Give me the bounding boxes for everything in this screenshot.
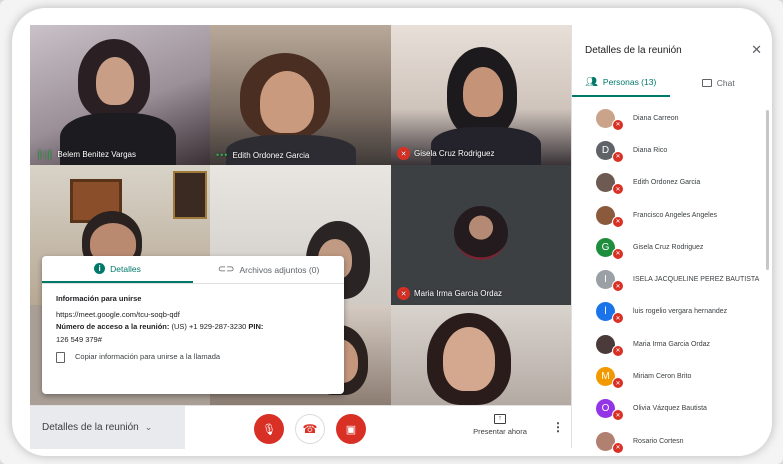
- participant-name: Miriam Ceron Brito: [633, 373, 692, 381]
- tile-name-label: ••• Edith Ordonez Garcia: [216, 150, 310, 160]
- mic-off-icon: ✕: [612, 377, 624, 390]
- participant-list-item[interactable]: ✕ Rosario Cortesn: [572, 425, 767, 456]
- participant-name: Francisco Angeles Angeles: [633, 211, 718, 219]
- tab-attachments[interactable]: ⊂⊃ Archivos adjuntos (0): [193, 256, 344, 283]
- participant-list-item[interactable]: ✕ Francisco Angeles Angeles: [572, 199, 767, 231]
- hang-up-icon: ☎: [302, 422, 318, 436]
- mic-off-icon: ✕: [612, 441, 624, 454]
- mic-off-icon: ✕: [612, 280, 624, 293]
- tile-name-label: ✕ Gisela Cruz Rodriguez: [397, 147, 494, 160]
- avatar: I ✕: [596, 270, 624, 293]
- meet-window: ❙|❙ Belem Benitez Vargas ••• Edith Ordonez…: [12, 8, 772, 456]
- avatar: ✕: [596, 334, 624, 357]
- close-icon[interactable]: ✕: [751, 42, 762, 58]
- camera-toggle-button[interactable]: ▣: [336, 414, 366, 444]
- avatar: ✕: [596, 173, 624, 196]
- avatar: ✕: [596, 205, 624, 228]
- panel-tabs: 👥︎ Personas (13) Chat: [572, 69, 767, 97]
- video-tile-6[interactable]: ✕ Maria Irma Garcia Ordaz: [391, 165, 571, 305]
- avatar: M ✕: [596, 367, 624, 390]
- meeting-details-panel: Detalles de la reunión ✕ 👥︎ Personas (13…: [571, 25, 772, 454]
- present-now-button[interactable]: ↑ Presentar ahora: [465, 414, 535, 436]
- tile-name-label: ✕ Maria Irma Garcia Ordaz: [397, 287, 502, 300]
- participant-name: Gisela Cruz Rodriguez: [633, 243, 704, 251]
- join-info-title: Información para unirse: [56, 294, 142, 303]
- participant-face: [443, 327, 495, 391]
- mic-toggle-button[interactable]: 🎙︎: [254, 414, 284, 444]
- avatar: ✕: [596, 108, 624, 131]
- mic-off-icon: ✕: [612, 150, 624, 163]
- participant-name: Edith Ordonez Garcia: [633, 179, 701, 187]
- people-list: ✕ Diana Carreon D ✕ Diana Rico ✕ Edith Ordonez…: [572, 102, 767, 456]
- participant-list-item[interactable]: D ✕ Diana Rico: [572, 134, 767, 166]
- participant-face: [260, 71, 314, 133]
- more-dots-icon: •••: [216, 150, 229, 160]
- wall-portrait: [173, 171, 207, 219]
- participant-list-item[interactable]: ✕ Maria Irma Garcia Ordaz: [572, 328, 767, 360]
- mic-off-icon: ✕: [397, 287, 410, 300]
- participant-list-item[interactable]: ✕ Edith Ordonez Garcia: [572, 167, 767, 199]
- participant-name: Diana Rico: [633, 146, 668, 154]
- camera-off-icon: ▣: [345, 423, 357, 436]
- participant-list-item[interactable]: M ✕ Miriam Ceron Brito: [572, 360, 767, 392]
- mic-off-icon: ✕: [612, 409, 624, 422]
- tab-details[interactable]: i Detalles: [42, 256, 193, 283]
- present-screen-icon: ↑: [494, 414, 506, 424]
- tile-name-label: ❙|❙ Belem Benitez Vargas: [36, 149, 136, 159]
- participant-list-item[interactable]: O ✕ Olivia Vázquez Bautista: [572, 393, 767, 425]
- avatar: ✕: [596, 431, 624, 454]
- info-icon: i: [94, 263, 106, 274]
- attachment-icon: ⊂⊃: [217, 264, 235, 275]
- mic-off-icon: ✕: [397, 147, 410, 160]
- speaking-icon: ❙|❙: [36, 149, 54, 159]
- meet-link[interactable]: https://meet.google.com/tcu-soqb-qdf: [56, 309, 330, 322]
- mic-off-icon: ✕: [612, 215, 624, 228]
- video-tile-3[interactable]: ✕ Gisela Cruz Rodriguez: [391, 25, 571, 165]
- video-tile-1[interactable]: ❙|❙ Belem Benitez Vargas: [30, 25, 210, 165]
- bottom-control-bar: Detalles de la reunión ⌄ 🎙︎ ☎ ▣ ↑ Presen…: [30, 405, 571, 449]
- more-options-icon[interactable]: ⋮: [552, 420, 564, 434]
- people-icon: 👥︎: [585, 76, 598, 88]
- tab-people[interactable]: 👥︎ Personas (13): [572, 69, 670, 97]
- mic-off-icon: ✕: [612, 312, 624, 325]
- popup-body: Información para unirse https://meet.goo…: [42, 284, 344, 373]
- meeting-details-button[interactable]: Detalles de la reunión ⌄: [30, 406, 185, 449]
- mic-off-icon: ✕: [612, 344, 624, 357]
- participant-name: luis rogelio vergara hernandez: [633, 308, 728, 316]
- avatar: G ✕: [596, 237, 624, 260]
- participant-name: Diana Carreon: [633, 114, 679, 122]
- mic-off-icon: 🎙︎: [262, 423, 276, 436]
- participant-face: [96, 57, 134, 105]
- tab-chat[interactable]: Chat: [670, 69, 768, 97]
- participant-list-item[interactable]: I ✕ ISELA JACQUELINE PEREZ BAUTISTA: [572, 263, 767, 295]
- copy-join-info-button[interactable]: Copiar información para unirse a la llam…: [56, 351, 330, 364]
- video-tile-9[interactable]: [391, 305, 571, 405]
- video-tile-2[interactable]: ••• Edith Ordonez Garcia: [210, 25, 391, 165]
- mic-off-icon: ✕: [612, 118, 624, 131]
- meeting-details-popup: i Detalles ⊂⊃ Archivos adjuntos (0) Info…: [42, 256, 344, 394]
- participant-name: ISELA JACQUELINE PEREZ BAUTISTA: [633, 276, 760, 284]
- avatar: l ✕: [596, 302, 624, 325]
- avatar: O ✕: [596, 399, 624, 422]
- leave-call-button[interactable]: ☎: [295, 414, 325, 444]
- participant-name: Maria Irma Garcia Ordaz: [633, 340, 711, 348]
- participant-name: Olivia Vázquez Bautista: [633, 405, 707, 413]
- pin-value: 126 549 379#: [56, 334, 102, 344]
- panel-title: Detalles de la reunión: [585, 45, 682, 56]
- participant-list-item[interactable]: l ✕ luis rogelio vergara hernandez: [572, 296, 767, 328]
- participant-list-item[interactable]: G ✕ Gisela Cruz Rodriguez: [572, 231, 767, 263]
- mic-off-icon: ✕: [612, 247, 624, 260]
- mic-off-icon: ✕: [612, 183, 624, 196]
- access-number-row: Número de acceso a la reunión: (US) +1 9…: [56, 322, 264, 331]
- chevron-down-icon: ⌄: [144, 422, 153, 432]
- screenshot-frame: ❙|❙ Belem Benitez Vargas ••• Edith Ordonez…: [0, 0, 783, 464]
- avatar: D ✕: [596, 140, 624, 163]
- chat-icon: [701, 79, 712, 87]
- participant-name: Rosario Cortesn: [633, 437, 684, 445]
- participant-avatar-photo: [454, 206, 508, 260]
- participant-list-item[interactable]: ✕ Diana Carreon: [572, 102, 767, 134]
- participant-face: [463, 67, 503, 117]
- popup-tabs: i Detalles ⊂⊃ Archivos adjuntos (0): [42, 256, 344, 284]
- copy-icon: [56, 351, 65, 363]
